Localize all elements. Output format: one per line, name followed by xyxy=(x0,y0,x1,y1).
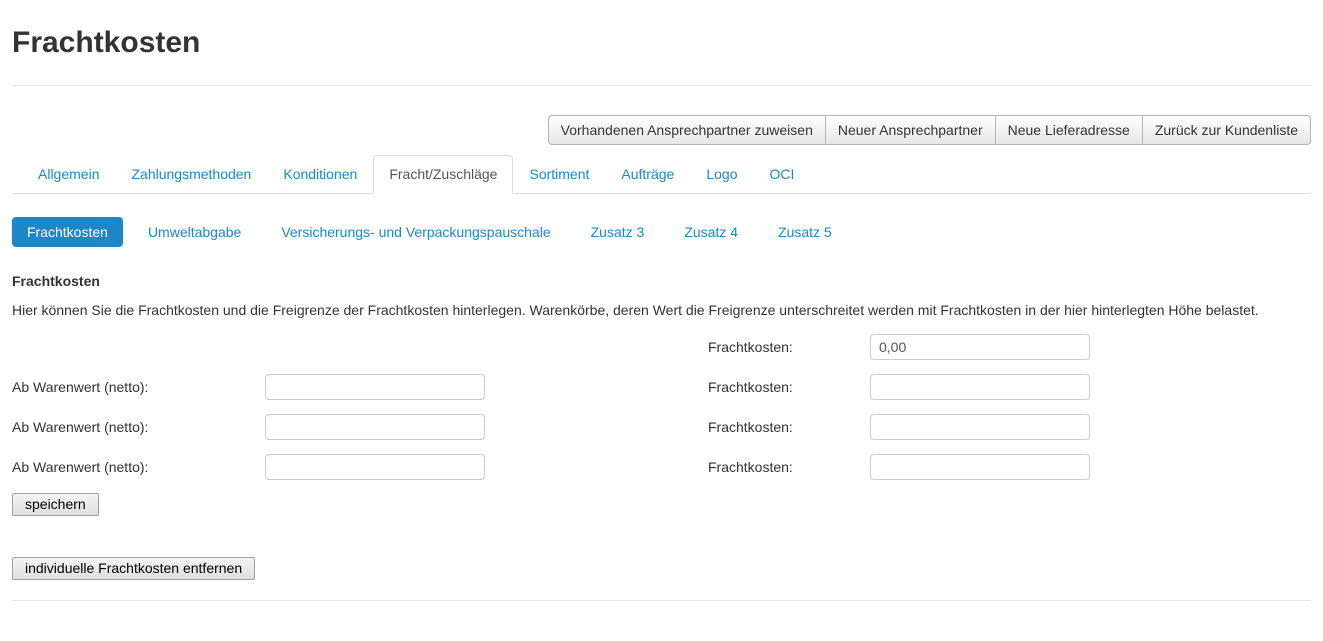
base-freight-label: Frachtkosten: xyxy=(708,339,870,355)
tab-fracht-zuschlaege[interactable]: Fracht/Zuschläge xyxy=(373,155,513,194)
freight-form: Frachtkosten: Ab Warenwert (netto): Frac… xyxy=(12,327,1311,580)
save-button[interactable]: speichern xyxy=(12,493,99,516)
threshold-label-2: Ab Warenwert (netto): xyxy=(12,419,265,435)
subtab-umweltabgabe[interactable]: Umweltabgabe xyxy=(133,217,256,247)
bottom-divider xyxy=(12,600,1311,601)
section-description: Hier können Sie die Frachtkosten und die… xyxy=(12,302,1311,318)
remove-button-row: individuelle Frachtkosten entfernen xyxy=(12,516,1311,580)
main-tab-bar: Allgemein Zahlungsmethoden Konditionen F… xyxy=(12,155,1311,194)
subtab-zusatz-5[interactable]: Zusatz 5 xyxy=(763,217,847,247)
header-action-buttons: Vorhandenen Ansprechpartner zuweisen Neu… xyxy=(12,115,1311,145)
tab-konditionen[interactable]: Konditionen xyxy=(267,155,373,194)
threshold-input-3[interactable] xyxy=(265,454,485,480)
save-button-row: speichern xyxy=(12,487,1311,516)
subtab-zusatz-3[interactable]: Zusatz 3 xyxy=(576,217,660,247)
base-freight-input[interactable] xyxy=(870,334,1090,360)
freight-label-1: Frachtkosten: xyxy=(708,379,870,395)
tab-allgemein[interactable]: Allgemein xyxy=(22,155,115,194)
freight-label-3: Frachtkosten: xyxy=(708,459,870,475)
new-contact-button[interactable]: Neuer Ansprechpartner xyxy=(825,115,996,145)
tab-sortiment[interactable]: Sortiment xyxy=(513,155,605,194)
freight-input-3[interactable] xyxy=(870,454,1090,480)
subtab-versicherungs-verpackungspauschale[interactable]: Versicherungs- und Verpackungspauschale xyxy=(266,217,565,247)
sub-tab-bar: Frachtkosten Umweltabgabe Versicherungs-… xyxy=(12,217,1311,247)
base-freight-row: Frachtkosten: xyxy=(12,327,1311,367)
tab-oci[interactable]: OCI xyxy=(754,155,811,194)
threshold-input-1[interactable] xyxy=(265,374,485,400)
back-to-customer-list-button[interactable]: Zurück zur Kundenliste xyxy=(1142,115,1311,145)
threshold-label-3: Ab Warenwert (netto): xyxy=(12,459,265,475)
tier-row: Ab Warenwert (netto): Frachtkosten: xyxy=(12,407,1311,447)
page-container: Frachtkosten Vorhandenen Ansprechpartner… xyxy=(0,26,1323,601)
page-title: Frachtkosten xyxy=(12,26,1311,59)
subtab-frachtkosten[interactable]: Frachtkosten xyxy=(12,217,123,247)
section-heading: Frachtkosten xyxy=(12,273,1311,289)
tab-auftraege[interactable]: Aufträge xyxy=(605,155,690,194)
tab-logo[interactable]: Logo xyxy=(690,155,753,194)
freight-input-1[interactable] xyxy=(870,374,1090,400)
threshold-label-1: Ab Warenwert (netto): xyxy=(12,379,265,395)
tab-zahlungsmethoden[interactable]: Zahlungsmethoden xyxy=(115,155,267,194)
freight-label-2: Frachtkosten: xyxy=(708,419,870,435)
remove-individual-freight-button[interactable]: individuelle Frachtkosten entfernen xyxy=(12,557,255,580)
threshold-input-2[interactable] xyxy=(265,414,485,440)
title-divider xyxy=(12,85,1311,86)
subtab-zusatz-4[interactable]: Zusatz 4 xyxy=(669,217,753,247)
freight-input-2[interactable] xyxy=(870,414,1090,440)
tier-row: Ab Warenwert (netto): Frachtkosten: xyxy=(12,367,1311,407)
assign-existing-contact-button[interactable]: Vorhandenen Ansprechpartner zuweisen xyxy=(548,115,826,145)
new-delivery-address-button[interactable]: Neue Lieferadresse xyxy=(995,115,1143,145)
tier-row: Ab Warenwert (netto): Frachtkosten: xyxy=(12,447,1311,487)
